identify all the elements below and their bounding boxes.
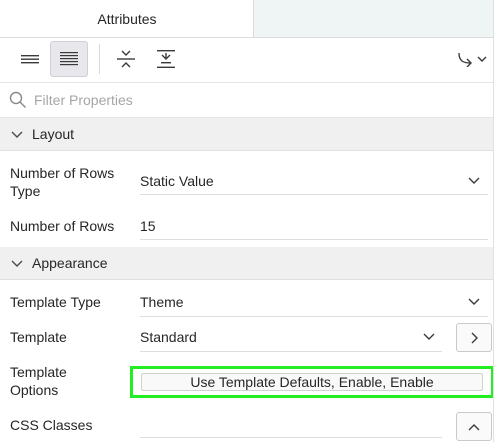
template-type-value: Theme bbox=[140, 294, 184, 310]
underline bbox=[140, 437, 442, 438]
collapse-all-button[interactable] bbox=[107, 41, 145, 77]
chevron-right-icon bbox=[471, 332, 478, 343]
go-to-group-button[interactable] bbox=[453, 41, 493, 77]
underline bbox=[140, 194, 488, 195]
tab-attributes-label: Attributes bbox=[97, 11, 157, 27]
section-layout-header[interactable]: Layout bbox=[0, 118, 494, 151]
underline bbox=[140, 316, 488, 317]
template-options-value: Use Template Defaults, Enable, Enable bbox=[190, 374, 434, 390]
css-classes-label: CSS Classes bbox=[10, 417, 93, 433]
toolbar-separator bbox=[99, 44, 100, 74]
chevron-down-icon bbox=[11, 260, 23, 267]
template-type-select[interactable]: Theme bbox=[140, 287, 488, 315]
chevron-up-icon bbox=[468, 423, 480, 430]
template-options-button[interactable]: Use Template Defaults, Enable, Enable bbox=[130, 366, 494, 398]
css-classes-input[interactable] bbox=[140, 410, 442, 438]
chevron-down-icon bbox=[423, 333, 435, 340]
show-all-icon bbox=[60, 52, 78, 66]
chevron-down-icon bbox=[468, 298, 480, 305]
filter-properties-input[interactable] bbox=[34, 90, 474, 110]
number-of-rows-type-select[interactable]: Static Value bbox=[140, 166, 488, 194]
underline bbox=[140, 351, 442, 352]
number-of-rows-type-label: Number of Rows Type bbox=[10, 165, 115, 199]
chevron-down-icon bbox=[11, 131, 23, 138]
tab-attributes[interactable]: Attributes bbox=[0, 0, 254, 37]
show-all-button[interactable] bbox=[50, 41, 88, 77]
tab-bar: Attributes bbox=[0, 0, 494, 38]
template-value: Standard bbox=[140, 329, 197, 345]
section-appearance-title: Appearance bbox=[32, 255, 108, 271]
number-of-rows-type-value: Static Value bbox=[140, 173, 214, 189]
css-classes-expand-button[interactable] bbox=[456, 412, 492, 441]
show-common-button[interactable] bbox=[11, 41, 49, 77]
go-to-group-icon bbox=[458, 52, 487, 67]
number-of-rows-value: 15 bbox=[140, 218, 156, 234]
expand-all-icon bbox=[157, 50, 175, 68]
template-label: Template bbox=[10, 329, 67, 345]
template-options-label: Template Options bbox=[10, 364, 67, 398]
template-type-label: Template Type bbox=[10, 294, 101, 310]
expand-all-button[interactable] bbox=[147, 41, 185, 77]
section-layout-title: Layout bbox=[32, 126, 75, 142]
underline bbox=[140, 239, 488, 240]
number-of-rows-label: Number of Rows bbox=[10, 218, 115, 234]
chevron-down-icon bbox=[468, 177, 480, 184]
filter-bar bbox=[0, 83, 494, 118]
toolbar bbox=[0, 38, 494, 83]
section-appearance-header[interactable]: Appearance bbox=[0, 247, 494, 280]
number-of-rows-input[interactable]: 15 bbox=[140, 210, 488, 238]
show-common-icon bbox=[21, 55, 39, 64]
go-to-template-button[interactable] bbox=[456, 323, 492, 352]
collapse-all-icon bbox=[117, 50, 135, 68]
search-icon bbox=[9, 91, 26, 108]
template-select[interactable]: Standard bbox=[140, 322, 442, 350]
